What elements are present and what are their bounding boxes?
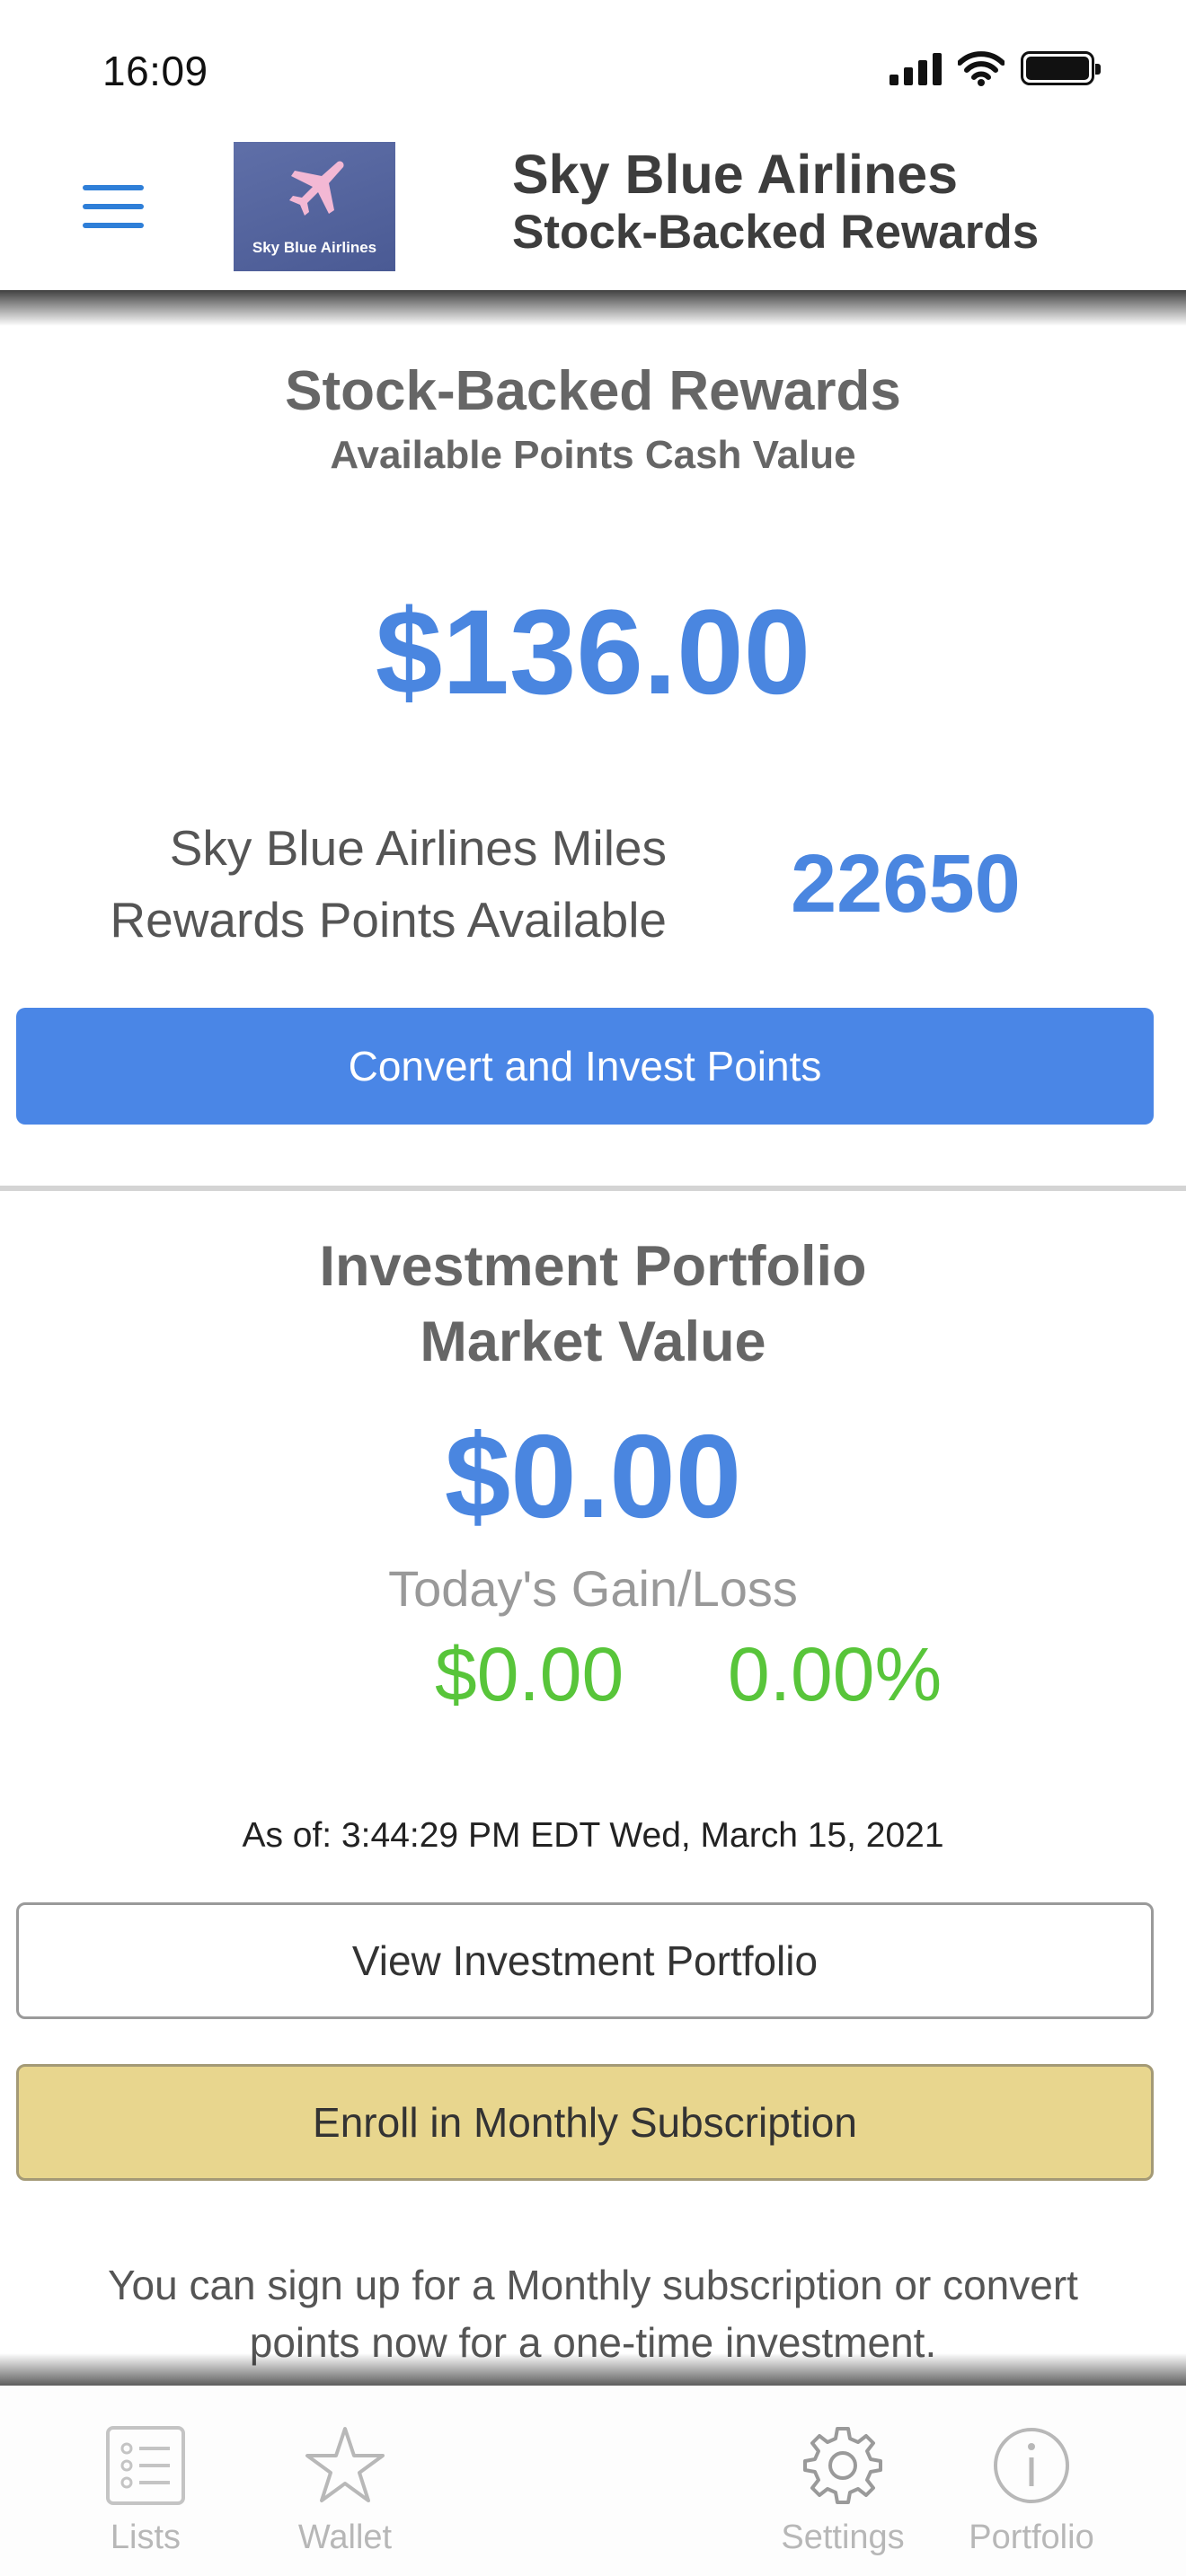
gain-loss-amount: $0.00: [435, 1632, 624, 1716]
portfolio-title: Investment Portfolio Market Value: [0, 1229, 1186, 1380]
points-cash-value: $136.00: [375, 586, 811, 719]
tab-lists-label: Lists: [110, 2519, 181, 2556]
status-bar: 16:09: [0, 0, 1186, 135]
header-titles: Sky Blue Airlines Stock-Backed Rewards: [512, 144, 1039, 260]
app-header: Sky Blue Airlines Sky Blue Airlines Stoc…: [0, 135, 1186, 292]
tab-portfolio[interactable]: Portfolio: [942, 2425, 1121, 2557]
bottom-tab-bar: Lists Wallet Settings Portfolio: [0, 2386, 1186, 2576]
portfolio-title-line2: Market Value: [420, 1310, 766, 1373]
logo-text: Sky Blue Airlines: [252, 239, 377, 256]
status-time: 16:09: [102, 48, 208, 94]
airplane-icon: [289, 161, 344, 216]
convert-invest-button[interactable]: Convert and Invest Points: [16, 1008, 1154, 1125]
miles-points-label: Sky Blue Airlines Miles Rewards Points A…: [110, 812, 667, 956]
enroll-subscription-button[interactable]: Enroll in Monthly Subscription: [16, 2064, 1154, 2181]
rewards-title: Stock-Backed Rewards: [285, 360, 901, 422]
tab-portfolio-label: Portfolio: [969, 2519, 1094, 2556]
rewards-subtitle: Available Points Cash Value: [330, 433, 856, 477]
gear-icon: [803, 2427, 882, 2504]
gain-loss-label: Today's Gain/Loss: [388, 1560, 798, 1617]
header-shadow: [0, 290, 1186, 326]
portfolio-title-line1: Investment Portfolio: [319, 1235, 867, 1298]
star-icon: [305, 2427, 385, 2502]
tab-settings-label: Settings: [781, 2519, 905, 2556]
airline-logo: Sky Blue Airlines: [234, 142, 395, 271]
list-icon: [106, 2426, 185, 2505]
miles-label-line2: Rewards Points Available: [110, 892, 667, 948]
tab-settings[interactable]: Settings: [753, 2425, 933, 2557]
tab-wallet-label: Wallet: [297, 2519, 393, 2556]
view-portfolio-button[interactable]: View Investment Portfolio: [16, 1902, 1154, 2019]
miles-label-line1: Sky Blue Airlines Miles: [169, 820, 667, 876]
tab-lists[interactable]: Lists: [56, 2425, 235, 2557]
header-subtitle: Stock-Backed Rewards: [512, 206, 1040, 259]
info-icon: [994, 2428, 1069, 2503]
cellular-signal-icon: [890, 51, 942, 85]
header-title: Sky Blue Airlines: [512, 144, 959, 205]
tab-wallet[interactable]: Wallet: [255, 2425, 435, 2557]
hamburger-menu-icon[interactable]: [83, 185, 144, 235]
tab-bar-shadow: [0, 2353, 1186, 2389]
wifi-icon: [958, 51, 1005, 86]
gain-loss-percent: 0.00%: [728, 1632, 943, 1716]
section-divider: [0, 1186, 1186, 1191]
points-available-value: 22650: [791, 838, 1021, 930]
portfolio-market-value: $0.00: [444, 1410, 742, 1542]
as-of-timestamp: As of: 3:44:29 PM EDT Wed, March 15, 202…: [242, 1816, 944, 1855]
status-icons: [890, 50, 1101, 86]
battery-icon: [1021, 51, 1101, 85]
